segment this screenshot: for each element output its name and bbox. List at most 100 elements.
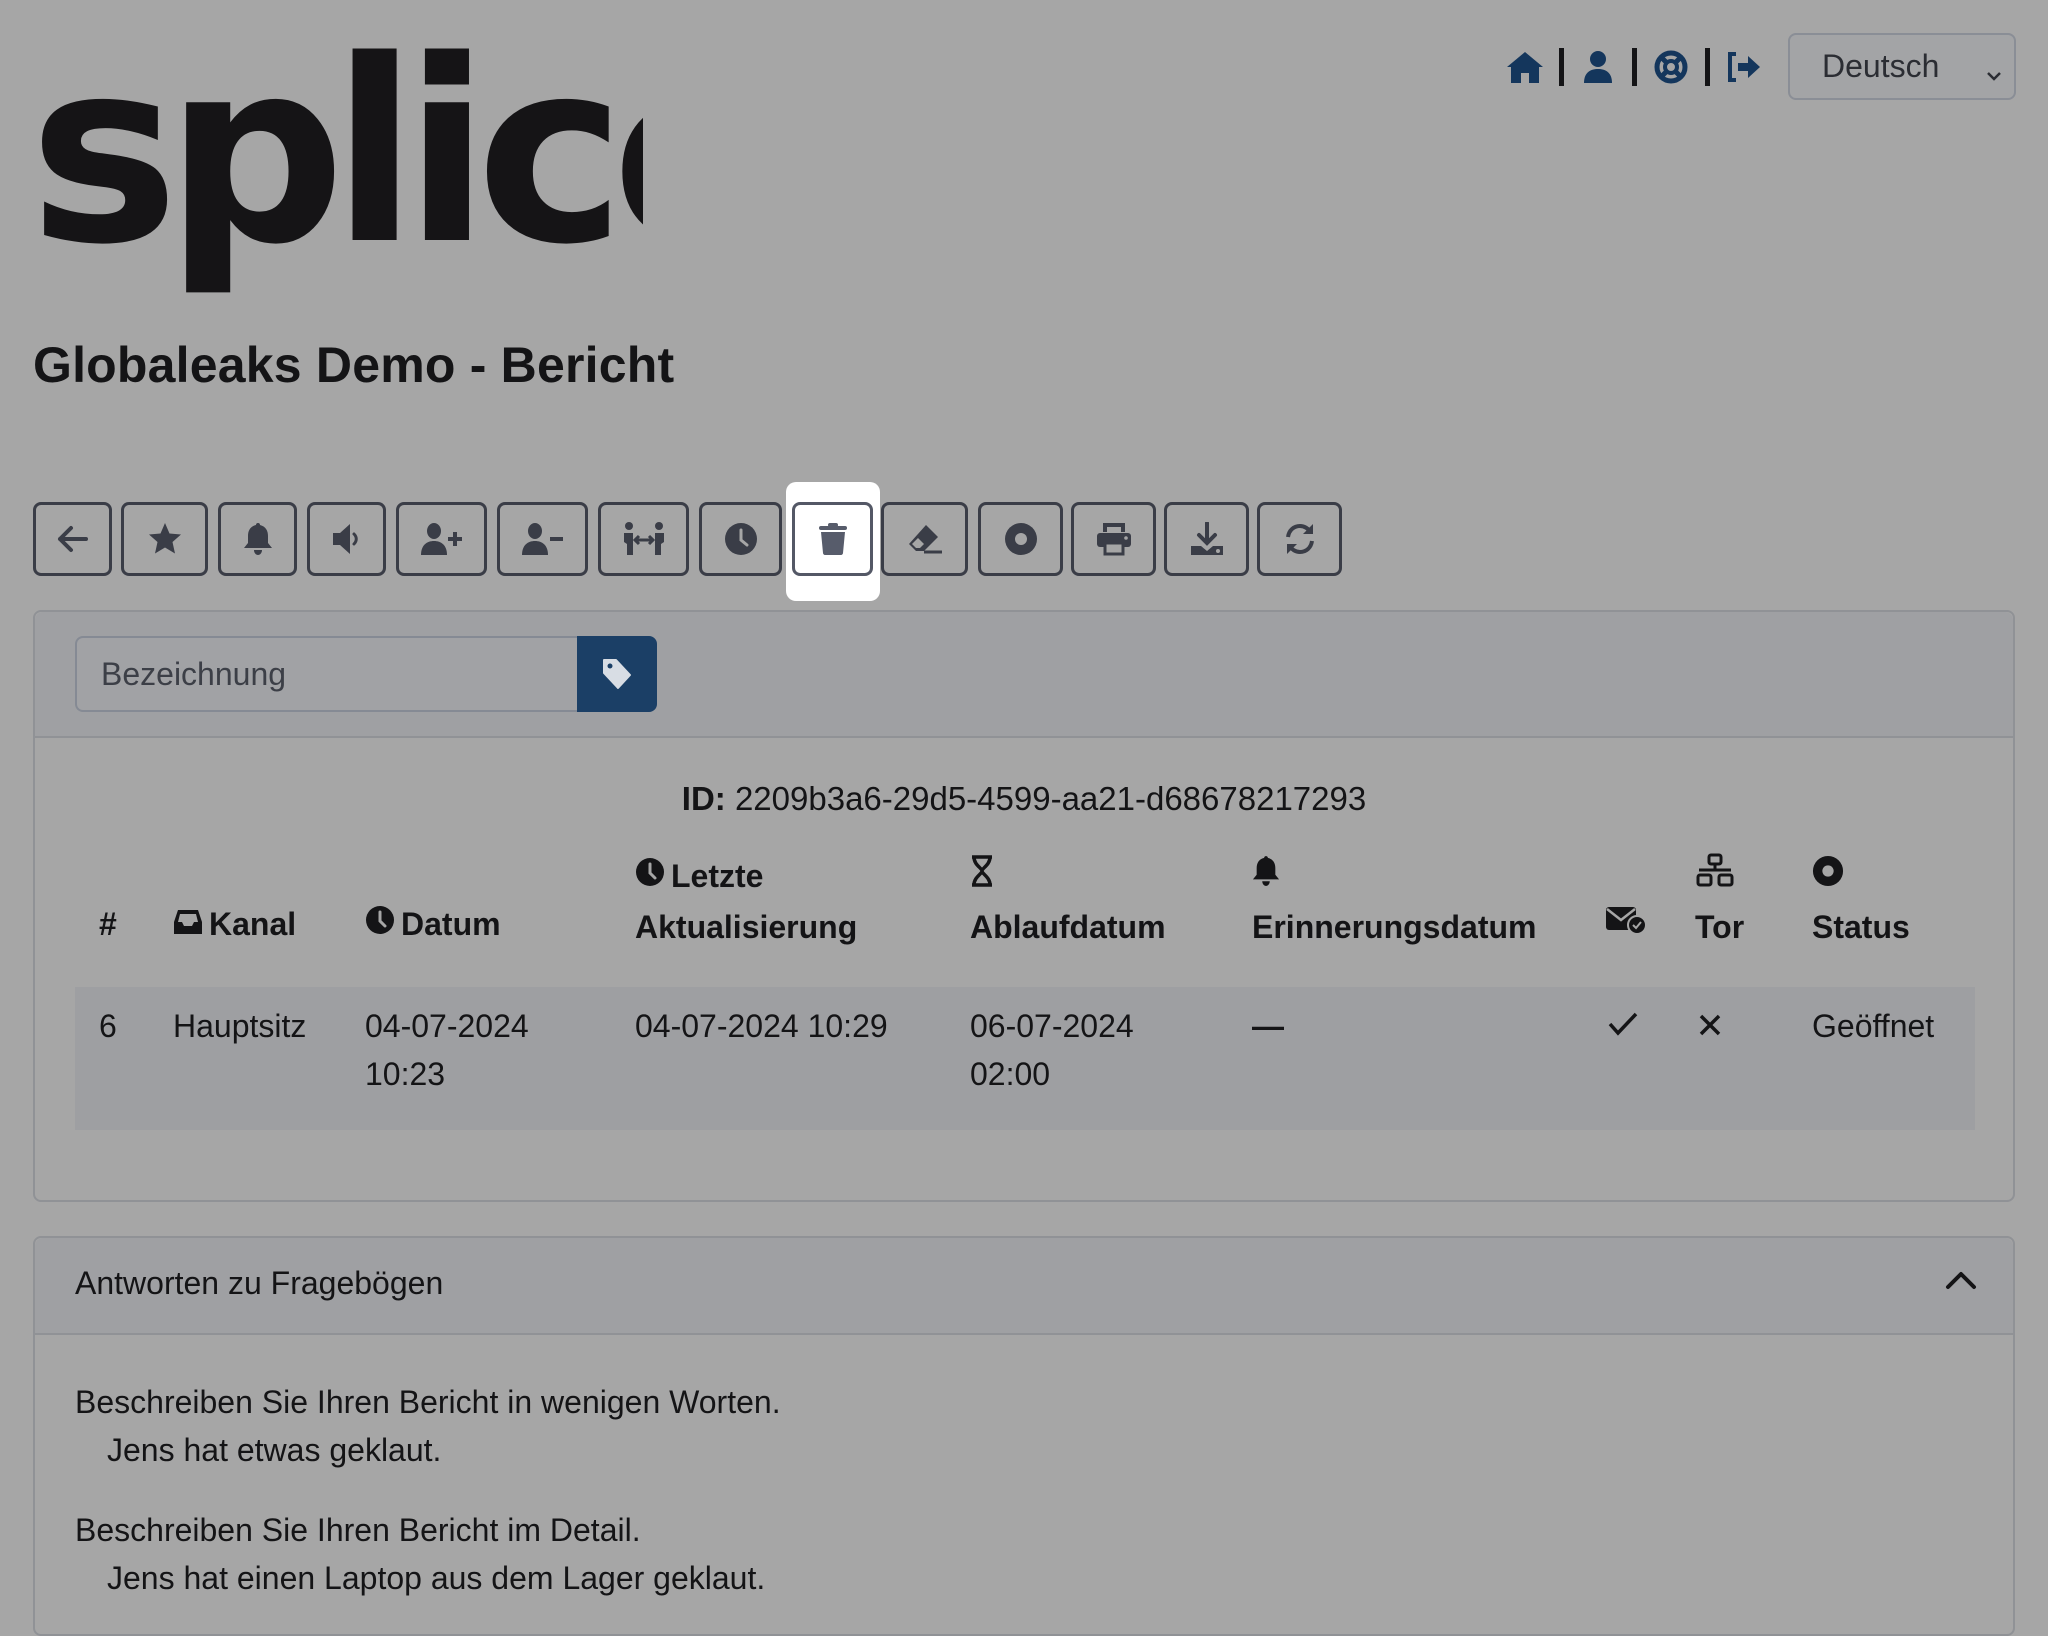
back-button[interactable]: [33, 502, 112, 576]
bell-icon: [1252, 852, 1280, 900]
question-text: Beschreiben Sie Ihren Bericht in wenigen…: [75, 1384, 781, 1420]
top-navigation: [1505, 44, 1764, 90]
col-last-update-label-2: Aktualisierung: [635, 908, 858, 945]
col-last-update: Letzte Aktualisierung: [635, 852, 857, 951]
erase-button[interactable]: [881, 502, 968, 576]
label-input[interactable]: [75, 636, 579, 712]
page-title: Globaleaks Demo - Bericht: [33, 337, 675, 393]
cell-expiry-day: 06-07-2024: [970, 1008, 1134, 1044]
answer-text: Jens hat einen Laptop aus dem Lager gekl…: [107, 1560, 766, 1596]
logout-icon[interactable]: [1724, 47, 1764, 87]
col-date: Datum: [365, 900, 501, 951]
reload-button[interactable]: [1257, 502, 1342, 576]
question-item: Beschreiben Sie Ihren Bericht im Detail.…: [75, 1506, 765, 1602]
col-channel-label: Kanal: [209, 906, 297, 942]
clock-icon: [635, 852, 665, 900]
bell-icon: [243, 523, 272, 555]
col-notification: [1605, 900, 1653, 951]
chevron-down-icon: [1984, 57, 2004, 94]
clock-icon: [365, 900, 395, 948]
questionnaire-title: Antworten zu Fragebögen: [75, 1265, 444, 1301]
col-last-update-label-1: Letzte: [671, 858, 764, 894]
col-tor-label: Tor: [1695, 908, 1745, 945]
user-plus-icon: [420, 523, 462, 555]
cell-expiry-time: 02:00: [970, 1056, 1051, 1092]
check-icon: [1608, 1012, 1638, 1036]
user-icon[interactable]: [1578, 47, 1618, 87]
print-button[interactable]: [1071, 502, 1156, 576]
x-icon: [1699, 1014, 1721, 1036]
language-select[interactable]: Deutsch: [1788, 33, 2016, 100]
cell-tor: [1698, 1002, 1722, 1050]
logo-text: splice: [33, 28, 643, 298]
report-id-label: ID:: [681, 780, 726, 817]
col-status: Status: [1812, 852, 1910, 951]
cell-last-update: 04-07-2024 10:29: [635, 1008, 888, 1044]
question-item: Beschreiben Sie Ihren Bericht in wenigen…: [75, 1378, 781, 1474]
transfer-button[interactable]: [598, 502, 689, 576]
postpone-button[interactable]: [699, 502, 782, 576]
col-channel: Kanal: [173, 900, 296, 951]
status-button[interactable]: [978, 502, 1063, 576]
grant-access-button[interactable]: [396, 502, 487, 576]
question-text: Beschreiben Sie Ihren Bericht im Detail.: [75, 1512, 641, 1548]
cell-status: Geöffnet: [1812, 1008, 1935, 1044]
delete-button[interactable]: [792, 502, 873, 576]
cell-date: 04-07-2024 10:23: [365, 1002, 529, 1098]
chevron-up-icon[interactable]: [1945, 1270, 1977, 1295]
col-reminder-label: Erinnerungsdatum: [1252, 908, 1537, 945]
refresh-icon: [1285, 523, 1314, 555]
col-reminder: Erinnerungsdatum: [1252, 852, 1536, 951]
trash-icon: [818, 523, 847, 555]
nav-divider: [1559, 48, 1564, 86]
cell-notification: [1608, 1002, 1638, 1050]
circle-dot-icon: [1004, 523, 1037, 555]
questionnaire-toggle[interactable]: Antworten zu Fragebögen: [35, 1238, 2013, 1335]
report-id-value: 2209b3a6-29d5-4599-aa21-d68678217293: [734, 780, 1367, 817]
cell-reminder: —: [1252, 1008, 1284, 1044]
hourglass-icon: [970, 852, 994, 900]
download-button[interactable]: [1164, 502, 1249, 576]
volume-icon: [332, 524, 358, 554]
col-status-label: Status: [1812, 908, 1910, 945]
home-icon[interactable]: [1505, 47, 1545, 87]
arrow-left-icon: [57, 526, 88, 552]
nav-divider: [1705, 48, 1710, 86]
col-expiry: Ablaufdatum: [970, 852, 1166, 951]
notify-button[interactable]: [307, 502, 386, 576]
cell-channel: Hauptsitz: [173, 1008, 307, 1044]
reminder-button[interactable]: [218, 502, 297, 576]
clock-icon: [724, 523, 757, 555]
cell-date-day: 04-07-2024: [365, 1008, 529, 1044]
col-expiry-label: Ablaufdatum: [970, 908, 1166, 945]
people-arrows-icon: [623, 522, 664, 555]
splice-logo: splice: [29, 7, 785, 300]
col-tor: Tor: [1695, 852, 1744, 951]
cell-expiry: 06-07-2024 02:00: [970, 1002, 1134, 1098]
star-icon: [148, 523, 181, 554]
language-selected: Deutsch: [1822, 48, 1940, 84]
report-id: ID: 2209b3a6-29d5-4599-aa21-d68678217293: [35, 780, 2013, 818]
star-button[interactable]: [121, 502, 208, 576]
circle-dot-icon: [1812, 852, 1844, 900]
print-icon: [1096, 523, 1131, 556]
revoke-access-button[interactable]: [497, 502, 588, 576]
answer-text: Jens hat etwas geklaut.: [107, 1432, 442, 1468]
cell-number: 6: [99, 1008, 117, 1044]
life-ring-icon[interactable]: [1651, 47, 1691, 87]
download-icon: [1190, 522, 1223, 555]
network-icon: [1695, 852, 1735, 900]
inbox-icon: [173, 900, 203, 948]
eraser-icon: [908, 525, 942, 554]
col-date-label: Datum: [401, 906, 501, 942]
add-label-button[interactable]: [577, 636, 657, 712]
splice-logo-graphic: splice: [29, 7, 785, 300]
questionnaire-card: Antworten zu Fragebögen Beschreiben Sie …: [33, 1236, 2015, 1636]
tag-icon: [603, 659, 631, 689]
nav-divider: [1632, 48, 1637, 86]
label-form: [35, 612, 2013, 738]
user-minus-icon: [521, 523, 563, 555]
envelope-check-icon: [1605, 900, 1647, 948]
report-card: ID: 2209b3a6-29d5-4599-aa21-d68678217293…: [33, 610, 2015, 1202]
col-number: #: [99, 906, 117, 942]
